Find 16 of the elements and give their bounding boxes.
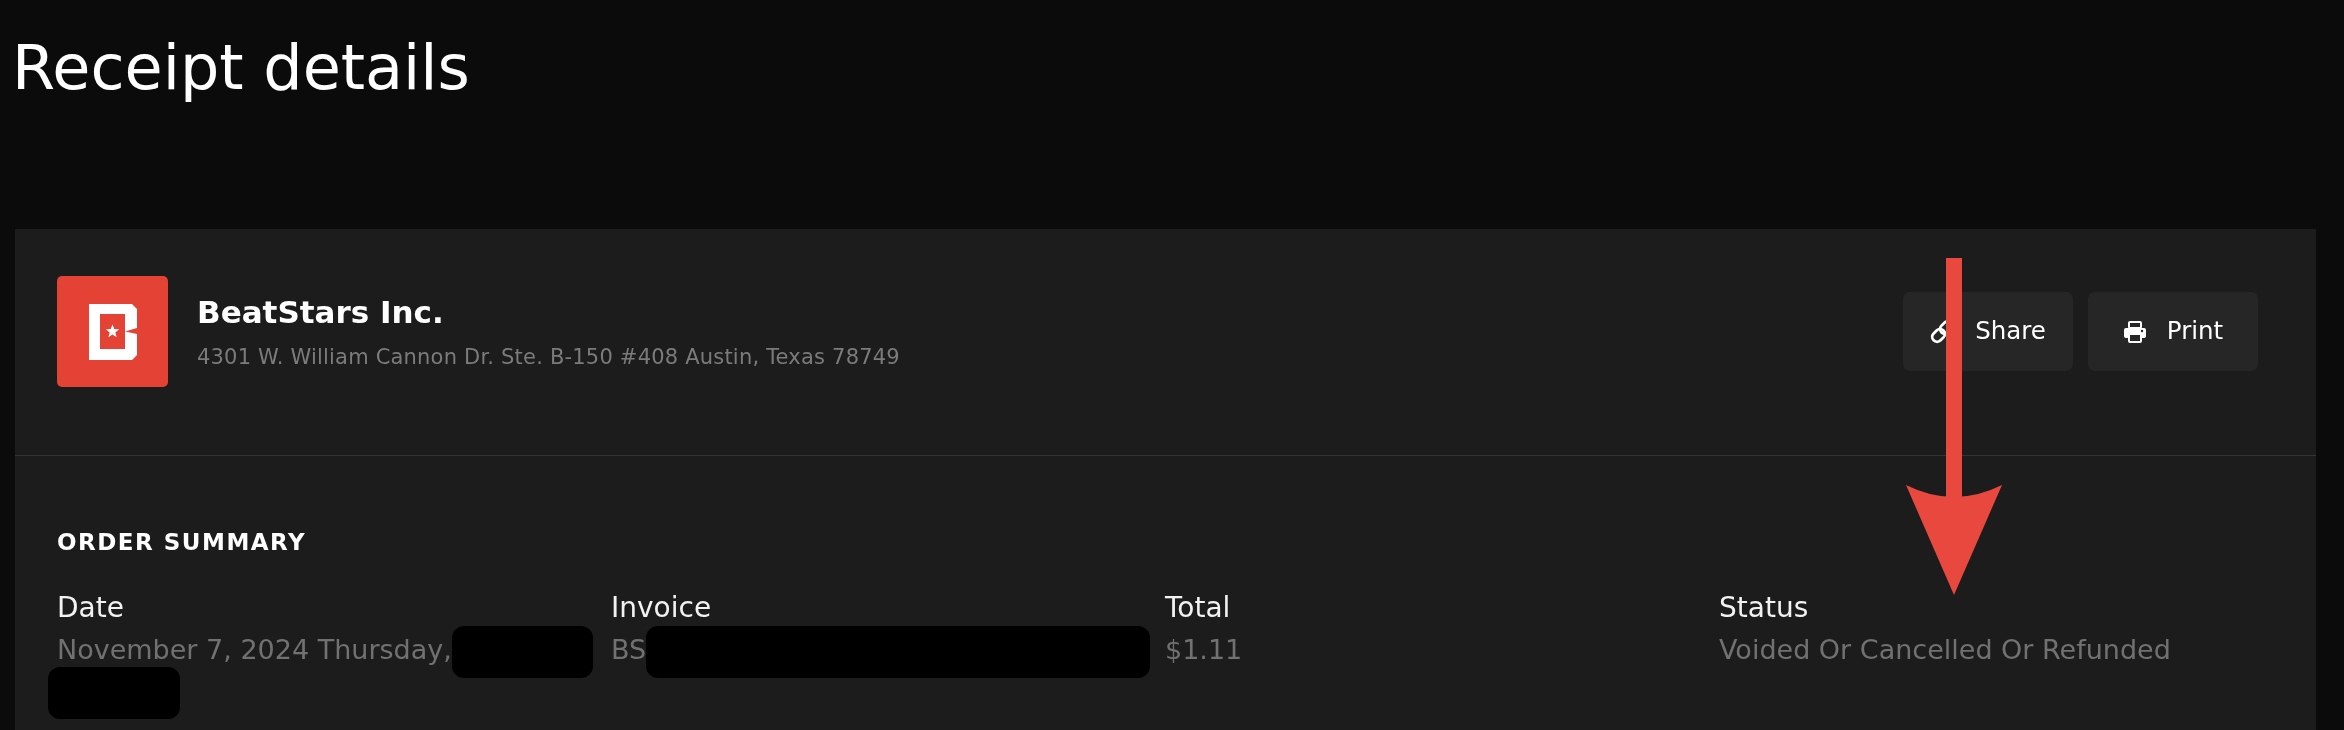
company-name: BeatStars Inc. [197, 294, 445, 331]
company-address: 4301 W. William Cannon Dr. Ste. B-150 #408 Austin, Texas 78749 [197, 345, 900, 369]
field-value: November 7, 2024 Thursday, [57, 634, 452, 665]
share-button[interactable]: Share [1903, 292, 2073, 371]
link-icon [1930, 319, 1948, 344]
field-label: Invoice [611, 591, 713, 625]
field-value: $1.11 [1165, 634, 1243, 665]
print-button[interactable]: Print [2088, 292, 2258, 371]
field-value: BS [611, 634, 647, 665]
field-label: Status [1719, 591, 1810, 625]
logo-icon [57, 276, 168, 387]
section-heading: ORDER SUMMARY [57, 528, 308, 556]
field-label: Total [1165, 591, 1232, 625]
field-label: Date [57, 591, 125, 625]
printer-icon [2122, 319, 2147, 344]
field-value: Voided Or Cancelled Or Refunded [1719, 634, 2171, 665]
